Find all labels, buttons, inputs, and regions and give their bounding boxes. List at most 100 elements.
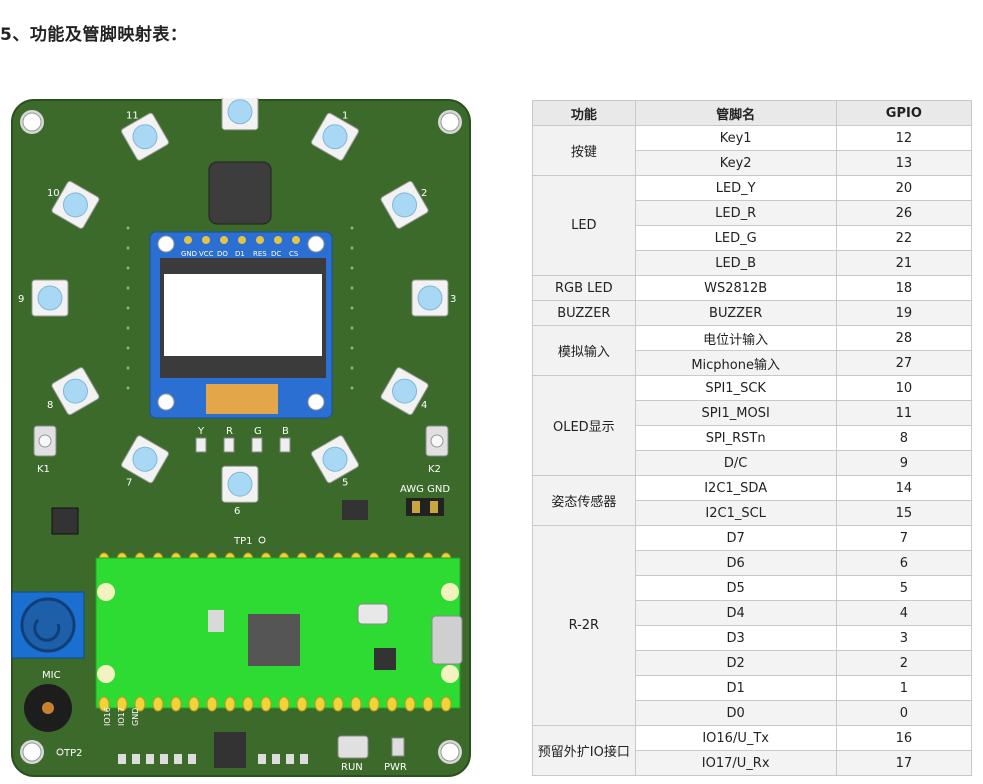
led-number-label: 9	[18, 294, 24, 305]
pin-name-cell: LED_Y	[634, 175, 837, 201]
pin-name-cell: SPI_RSTn	[634, 425, 837, 451]
gpio-cell: 17	[835, 750, 973, 776]
header-pin	[350, 696, 362, 712]
pin-name-cell: IO16/U_Tx	[634, 725, 837, 751]
led-number-label: 5	[342, 478, 348, 489]
pin-name-cell: WS2812B	[634, 275, 837, 301]
oled-pin	[274, 236, 282, 244]
function-cell: RGB LED	[532, 275, 636, 301]
led-number-label: 4	[421, 400, 427, 411]
gpio-cell: 15	[835, 500, 973, 526]
io17-label: IO17	[117, 707, 126, 726]
gpio-cell: 2	[835, 650, 973, 676]
pcb-svg: 121234567891011 GNDVCCDOD1RESDCCS YRGB K…	[11, 82, 471, 777]
oled-pin-label: RES	[253, 250, 267, 258]
pin-name-cell: LED_B	[634, 250, 837, 276]
header-pin	[422, 696, 434, 712]
pin-name-cell: Micphone输入	[634, 350, 837, 376]
pin-name-cell: Key2	[634, 150, 837, 176]
led	[31, 279, 69, 317]
gpio-cell: 13	[835, 150, 973, 176]
pin-name-cell: I2C1_SDA	[634, 475, 837, 501]
io16-label: IO16	[103, 707, 112, 726]
function-cell: R-2R	[532, 525, 636, 726]
header-function: 功能	[532, 100, 636, 126]
pin-name-cell: LED_G	[634, 225, 837, 251]
chip	[214, 732, 246, 768]
header-pin	[188, 696, 200, 712]
oled-pin-label: DC	[271, 250, 281, 258]
mounting-hole	[20, 740, 44, 764]
rgb-led-label: Y	[197, 426, 205, 437]
gpio-cell: 9	[835, 450, 973, 476]
mic-label: MIC	[42, 670, 61, 681]
header-pin	[296, 696, 308, 712]
imu-chip	[51, 507, 79, 535]
pin-name-cell: BUZZER	[634, 300, 837, 326]
rgb-led-label: R	[226, 426, 233, 437]
pin-name-cell: D1	[634, 675, 837, 701]
pin-mapping-table-container: 功能 管脚名 GPIO 按键 Key1 12 Key2 13 LED LED_Y 20 LED_…	[532, 100, 973, 776]
pwr-label: PWR	[384, 762, 407, 773]
header-pin	[260, 696, 272, 712]
rgb-led	[195, 437, 207, 453]
rgb-led	[279, 437, 291, 453]
gnd-label: GND	[131, 708, 140, 726]
pin-name-cell: D5	[634, 575, 837, 601]
pin-name-cell: I2C1_SCL	[634, 500, 837, 526]
oled-pin	[292, 236, 300, 244]
header-pin	[386, 696, 398, 712]
header-gpio: GPIO	[835, 100, 973, 126]
awg-gnd-label: AWG GND	[400, 484, 450, 495]
led-number-label: 6	[234, 506, 240, 517]
function-cell: 姿态传感器	[532, 475, 636, 526]
function-cell: 预留外扩IO接口	[532, 725, 636, 776]
pin-name-cell: SPI1_MOSI	[634, 400, 837, 426]
chip	[342, 500, 368, 520]
rgb-led	[251, 437, 263, 453]
table-row: 姿态传感器 I2C1_SDA 14	[532, 475, 973, 526]
mounting-hole	[438, 740, 462, 764]
pin-mapping-table: 功能 管脚名 GPIO 按键 Key1 12 Key2 13 LED LED_Y 20 LED_…	[532, 100, 973, 776]
k1-label: K1	[37, 464, 50, 475]
gpio-cell: 12	[835, 125, 973, 151]
table-row: OLED显示 SPI1_SCK 10	[532, 375, 973, 476]
gpio-cell: 1	[835, 675, 973, 701]
led-number-label: 11	[126, 110, 139, 121]
gpio-cell: 4	[835, 600, 973, 626]
table-body: 按键 Key1 12 Key2 13 LED LED_Y 20 LED_R 26 LED_G 22 LE…	[532, 125, 973, 776]
k2-label: K2	[428, 464, 441, 475]
gpio-cell: 21	[835, 250, 973, 276]
pin-name-cell: D0	[634, 700, 837, 726]
mounting-hole	[20, 110, 44, 134]
gpio-cell: 26	[835, 200, 973, 226]
rgb-led-label: G	[254, 426, 262, 437]
table-row: LED LED_Y 20	[532, 175, 973, 276]
power-led	[391, 737, 405, 757]
pin-name-cell: LED_R	[634, 200, 837, 226]
led-number-label: 1	[342, 110, 348, 121]
oled-pin	[184, 236, 192, 244]
led-number-label: 8	[47, 400, 53, 411]
header-pin	[404, 696, 416, 712]
oled-pin-label: DO	[217, 250, 228, 258]
gpio-cell: 3	[835, 625, 973, 651]
table-row: 预留外扩IO接口 IO16/U_Tx 16	[532, 725, 973, 776]
oled-pin	[202, 236, 210, 244]
header-pin	[278, 696, 290, 712]
led	[411, 279, 449, 317]
led	[221, 93, 259, 131]
gpio-cell: 10	[835, 375, 973, 401]
function-cell: 模拟输入	[532, 325, 636, 376]
gpio-cell: 6	[835, 550, 973, 576]
pico-board	[95, 557, 463, 709]
header-pin	[170, 696, 182, 712]
header-pin	[440, 696, 452, 712]
function-cell: LED	[532, 175, 636, 276]
oled-pin-label: GND	[181, 250, 197, 258]
table-row: RGB LED WS2812B 18	[532, 275, 973, 301]
pin-name-cell: D3	[634, 625, 837, 651]
rgb-led	[223, 437, 235, 453]
pin-name-cell: SPI1_SCK	[634, 375, 837, 401]
tp1-label: TP1	[233, 536, 253, 547]
